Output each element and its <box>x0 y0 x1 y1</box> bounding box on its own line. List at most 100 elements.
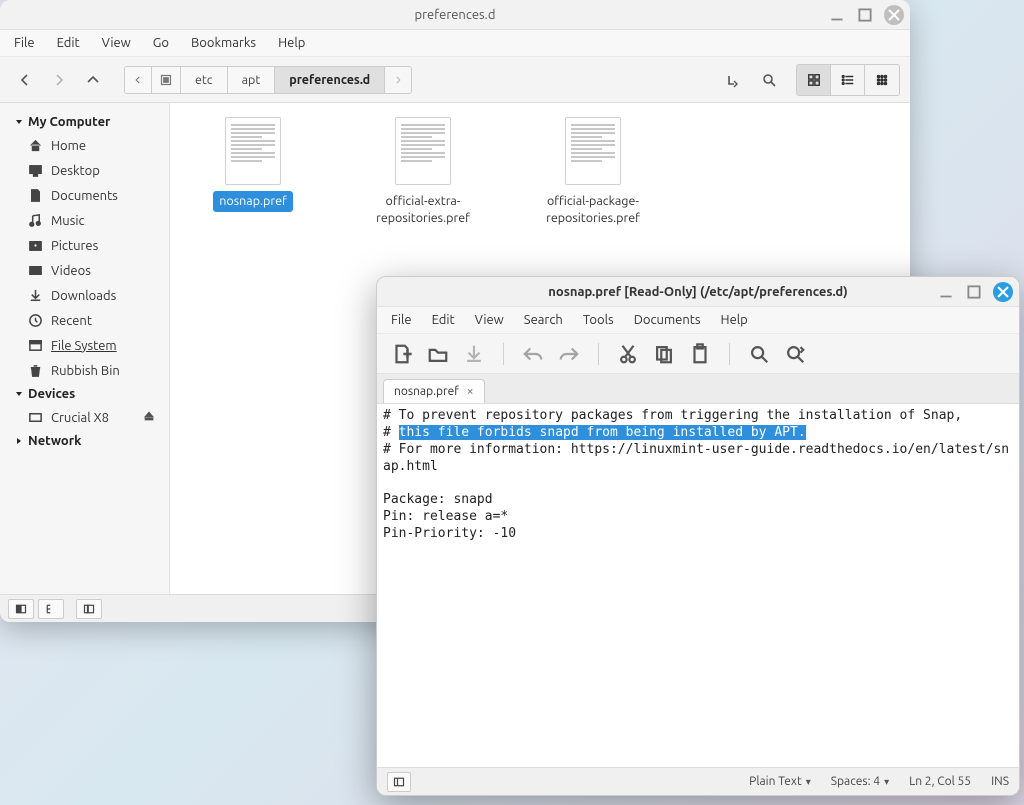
close-button[interactable] <box>884 5 904 25</box>
menu-go[interactable]: Go <box>153 36 169 50</box>
selected-text: this file forbids snapd from being insta… <box>399 425 806 440</box>
menu-edit[interactable]: Edit <box>57 36 80 50</box>
new-file-button[interactable] <box>391 343 413 365</box>
cursor-position: Ln 2, Col 55 <box>909 775 971 788</box>
view-switch <box>796 64 900 96</box>
file-official-package[interactable]: official-package-repositories.pref <box>528 117 658 229</box>
ed-window-title: nosnap.pref [Read-Only] (/etc/apt/prefer… <box>548 285 847 299</box>
open-file-button[interactable] <box>427 343 449 365</box>
syntax-selector[interactable]: Plain Text <box>749 775 811 788</box>
maximize-button[interactable] <box>965 283 983 301</box>
sidebar-item-downloads[interactable]: Downloads <box>0 283 169 308</box>
file-official-extra[interactable]: official-extra-repositories.pref <box>358 117 488 229</box>
sidebar-item-trash[interactable]: Rubbish Bin <box>0 358 169 383</box>
minimize-button[interactable] <box>937 283 955 301</box>
maximize-button[interactable] <box>856 6 874 24</box>
sidebar-item-crucial[interactable]: Crucial X8 <box>0 405 169 430</box>
show-treeview-button[interactable] <box>38 599 64 619</box>
sidebar-item-music[interactable]: Music <box>0 208 169 233</box>
copy-button[interactable] <box>653 343 675 365</box>
fm-toolbar: etc apt preferences.d <box>0 57 910 103</box>
pictures-icon <box>28 238 43 253</box>
close-sidebar-button[interactable] <box>76 599 102 619</box>
search-button[interactable] <box>754 65 784 95</box>
ed-titlebar: nosnap.pref [Read-Only] (/etc/apt/prefer… <box>377 277 1019 307</box>
save-file-button[interactable] <box>463 343 485 365</box>
ed-tab-nosnap[interactable]: nosnap.pref × <box>383 379 485 403</box>
sidebar-cat-network[interactable]: Network <box>0 430 169 452</box>
breadcrumb-prev[interactable] <box>125 67 152 93</box>
up-button[interactable] <box>78 65 108 95</box>
find-replace-button[interactable] <box>784 343 806 365</box>
close-tab-icon[interactable]: × <box>467 385 474 398</box>
sidebar-item-pictures[interactable]: Pictures <box>0 233 169 258</box>
ed-menu-help[interactable]: Help <box>721 313 748 327</box>
fm-titlebar: preferences.d <box>0 0 910 30</box>
sidebar-item-videos[interactable]: Videos <box>0 258 169 283</box>
sidebar-item-filesystem[interactable]: File System <box>0 333 169 358</box>
breadcrumb-apt[interactable]: apt <box>228 67 276 93</box>
home-icon <box>28 138 43 153</box>
breadcrumb-root-icon[interactable] <box>152 67 181 93</box>
text-editor-window: nosnap.pref [Read-Only] (/etc/apt/prefer… <box>376 276 1020 796</box>
find-button[interactable] <box>748 343 770 365</box>
ed-menu-file[interactable]: File <box>391 313 412 327</box>
fm-menubar: File Edit View Go Bookmarks Help <box>0 30 910 57</box>
menu-view[interactable]: View <box>102 36 131 50</box>
close-button[interactable] <box>993 282 1013 302</box>
eject-icon[interactable] <box>143 410 155 425</box>
downloads-icon <box>28 288 43 303</box>
music-icon <box>28 213 43 228</box>
ed-statusbar: Plain Text Spaces: 4 Ln 2, Col 55 INS <box>377 767 1019 795</box>
desktop-icon <box>28 163 43 178</box>
filesystem-icon <box>28 338 43 353</box>
menu-bookmarks[interactable]: Bookmarks <box>191 36 256 50</box>
ed-menu-tools[interactable]: Tools <box>583 313 614 327</box>
file-thumb-icon <box>225 117 281 185</box>
side-panel-button[interactable] <box>387 772 411 792</box>
ed-menu-documents[interactable]: Documents <box>634 313 701 327</box>
breadcrumb-next[interactable] <box>385 67 411 93</box>
fm-window-title: preferences.d <box>415 8 496 22</box>
compact-view-button[interactable] <box>865 65 899 95</box>
icon-view-button[interactable] <box>797 65 831 95</box>
forward-button[interactable] <box>44 65 74 95</box>
minimize-button[interactable] <box>828 6 846 24</box>
sidebar-item-desktop[interactable]: Desktop <box>0 158 169 183</box>
insert-mode[interactable]: INS <box>991 775 1009 788</box>
file-nosnap[interactable]: nosnap.pref <box>188 117 318 212</box>
sidebar-cat-devices[interactable]: Devices <box>0 383 169 405</box>
sidebar-item-recent[interactable]: Recent <box>0 308 169 333</box>
documents-icon <box>28 188 43 203</box>
menu-help[interactable]: Help <box>278 36 305 50</box>
ed-menu-search[interactable]: Search <box>524 313 563 327</box>
back-button[interactable] <box>10 65 40 95</box>
videos-icon <box>28 263 43 278</box>
undo-button[interactable] <box>522 343 544 365</box>
file-thumb-icon <box>565 117 621 185</box>
cut-button[interactable] <box>617 343 639 365</box>
indent-selector[interactable]: Spaces: 4 <box>831 775 889 788</box>
breadcrumb-current[interactable]: preferences.d <box>275 67 385 93</box>
sidebar-item-documents[interactable]: Documents <box>0 183 169 208</box>
ed-window-controls <box>937 282 1013 302</box>
sidebar-item-home[interactable]: Home <box>0 133 169 158</box>
ed-tab-label: nosnap.pref <box>394 385 459 398</box>
ed-menubar: File Edit View Search Tools Documents He… <box>377 307 1019 334</box>
paste-button[interactable] <box>689 343 711 365</box>
menu-file[interactable]: File <box>14 36 35 50</box>
ed-menu-view[interactable]: View <box>475 313 504 327</box>
editor-textarea[interactable]: # To prevent repository packages from tr… <box>377 404 1019 767</box>
list-view-button[interactable] <box>831 65 865 95</box>
breadcrumb: etc apt preferences.d <box>124 66 412 94</box>
fm-window-controls <box>828 5 904 25</box>
recent-icon <box>28 313 43 328</box>
sidebar-cat-mycomputer[interactable]: My Computer <box>0 111 169 133</box>
show-places-button[interactable] <box>8 599 34 619</box>
toggle-location-button[interactable] <box>718 65 748 95</box>
ed-menu-edit[interactable]: Edit <box>432 313 455 327</box>
ed-tabbar: nosnap.pref × <box>377 374 1019 404</box>
breadcrumb-etc[interactable]: etc <box>181 67 228 93</box>
trash-icon <box>28 363 43 378</box>
redo-button[interactable] <box>558 343 580 365</box>
